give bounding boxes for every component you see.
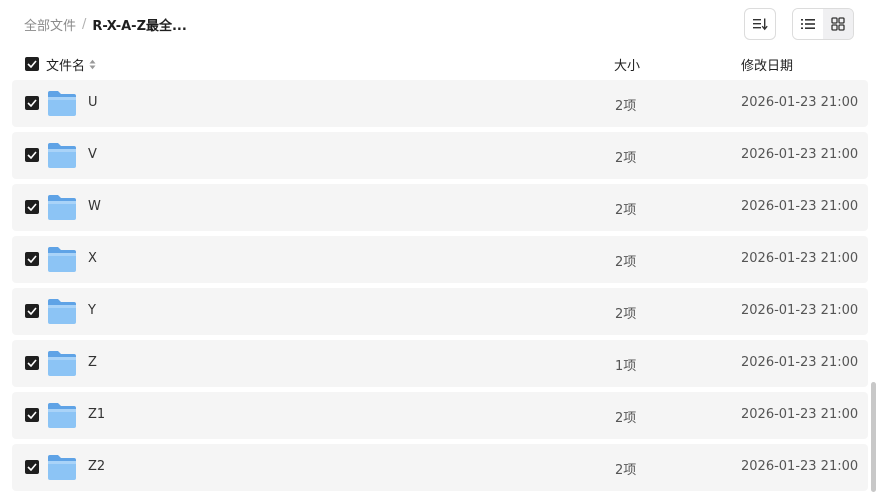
check-icon xyxy=(27,463,37,471)
list-view-button[interactable] xyxy=(793,9,823,39)
folder-icon xyxy=(48,351,76,376)
file-name[interactable]: X xyxy=(88,251,97,266)
list-view-icon xyxy=(801,19,815,29)
file-modified-date: 2026-01-23 21:00 xyxy=(741,407,859,422)
grid-view-button[interactable] xyxy=(823,9,853,39)
check-icon xyxy=(27,255,37,263)
file-size: 1项 xyxy=(615,359,637,374)
check-icon xyxy=(27,203,37,211)
file-size: 2项 xyxy=(615,307,637,322)
file-browser: 全部文件 / R-X-A-Z最全... 文件名 大小 修改日期 U 2项 202… xyxy=(0,0,878,495)
file-modified-date: 2026-01-23 21:00 xyxy=(741,95,859,110)
file-name[interactable]: W xyxy=(88,199,101,214)
folder-icon xyxy=(48,455,76,480)
breadcrumb: 全部文件 / R-X-A-Z最全... xyxy=(24,14,187,34)
file-modified-date: 2026-01-23 21:00 xyxy=(741,459,859,474)
file-name[interactable]: U xyxy=(88,95,98,110)
row-checkbox[interactable] xyxy=(25,356,39,370)
folder-icon xyxy=(48,91,76,116)
row-checkbox[interactable] xyxy=(25,200,39,214)
file-name[interactable]: V xyxy=(88,147,97,162)
grid-view-icon xyxy=(831,17,845,31)
check-icon xyxy=(27,60,37,68)
row-checkbox[interactable] xyxy=(25,252,39,266)
check-icon xyxy=(27,307,37,315)
row-checkbox[interactable] xyxy=(25,408,39,422)
folder-icon xyxy=(48,195,76,220)
folder-icon xyxy=(48,143,76,168)
breadcrumb-root-link[interactable]: 全部文件 xyxy=(24,15,76,34)
file-size: 2项 xyxy=(615,255,637,270)
folder-icon xyxy=(48,403,76,428)
file-row[interactable]: Y 2项 2026-01-23 21:00 xyxy=(12,288,868,335)
check-icon xyxy=(27,151,37,159)
file-size: 2项 xyxy=(615,463,637,478)
file-name[interactable]: Y xyxy=(88,303,96,318)
file-size: 2项 xyxy=(615,411,637,426)
file-list: U 2项 2026-01-23 21:00 V 2项 2026-01-23 21… xyxy=(12,80,868,495)
breadcrumb-current: R-X-A-Z最全... xyxy=(92,18,187,34)
sort-button[interactable] xyxy=(744,8,776,40)
row-checkbox[interactable] xyxy=(25,460,39,474)
folder-icon xyxy=(48,247,76,272)
file-size: 2项 xyxy=(615,99,637,114)
row-checkbox[interactable] xyxy=(25,304,39,318)
file-row[interactable]: Z1 2项 2026-01-23 21:00 xyxy=(12,392,868,439)
sort-caret-icon xyxy=(89,59,96,70)
file-row[interactable]: Z2 2项 2026-01-23 21:00 xyxy=(12,444,868,491)
check-icon xyxy=(27,359,37,367)
view-toggle xyxy=(792,8,854,40)
file-name[interactable]: Z xyxy=(88,355,97,370)
file-row[interactable]: X 2项 2026-01-23 21:00 xyxy=(12,236,868,283)
scrollbar-thumb[interactable] xyxy=(871,382,876,492)
sort-icon xyxy=(753,18,768,31)
name-column-label: 文件名 xyxy=(46,59,86,74)
file-modified-date: 2026-01-23 21:00 xyxy=(741,147,859,162)
select-all-checkbox[interactable] xyxy=(25,57,39,71)
file-modified-date: 2026-01-23 21:00 xyxy=(741,251,859,266)
file-row[interactable]: Z 1项 2026-01-23 21:00 xyxy=(12,340,868,387)
file-size: 2项 xyxy=(615,151,637,166)
check-icon xyxy=(27,411,37,419)
file-name[interactable]: Z2 xyxy=(88,459,105,474)
row-checkbox[interactable] xyxy=(25,148,39,162)
folder-icon xyxy=(48,299,76,324)
table-header: 文件名 大小 修改日期 xyxy=(12,52,868,76)
file-row[interactable]: V 2项 2026-01-23 21:00 xyxy=(12,132,868,179)
file-name[interactable]: Z1 xyxy=(88,407,105,422)
size-column-header[interactable]: 大小 xyxy=(614,55,640,74)
name-column-header[interactable]: 文件名 xyxy=(46,55,96,74)
file-row[interactable]: W 2项 2026-01-23 21:00 xyxy=(12,184,868,231)
file-size: 2项 xyxy=(615,203,637,218)
file-row[interactable]: U 2项 2026-01-23 21:00 xyxy=(12,80,868,127)
file-modified-date: 2026-01-23 21:00 xyxy=(741,199,859,214)
file-modified-date: 2026-01-23 21:00 xyxy=(741,303,859,318)
row-checkbox[interactable] xyxy=(25,96,39,110)
check-icon xyxy=(27,99,37,107)
file-modified-date: 2026-01-23 21:00 xyxy=(741,355,859,370)
modified-column-header[interactable]: 修改日期 xyxy=(741,55,793,74)
breadcrumb-separator: / xyxy=(82,16,87,32)
